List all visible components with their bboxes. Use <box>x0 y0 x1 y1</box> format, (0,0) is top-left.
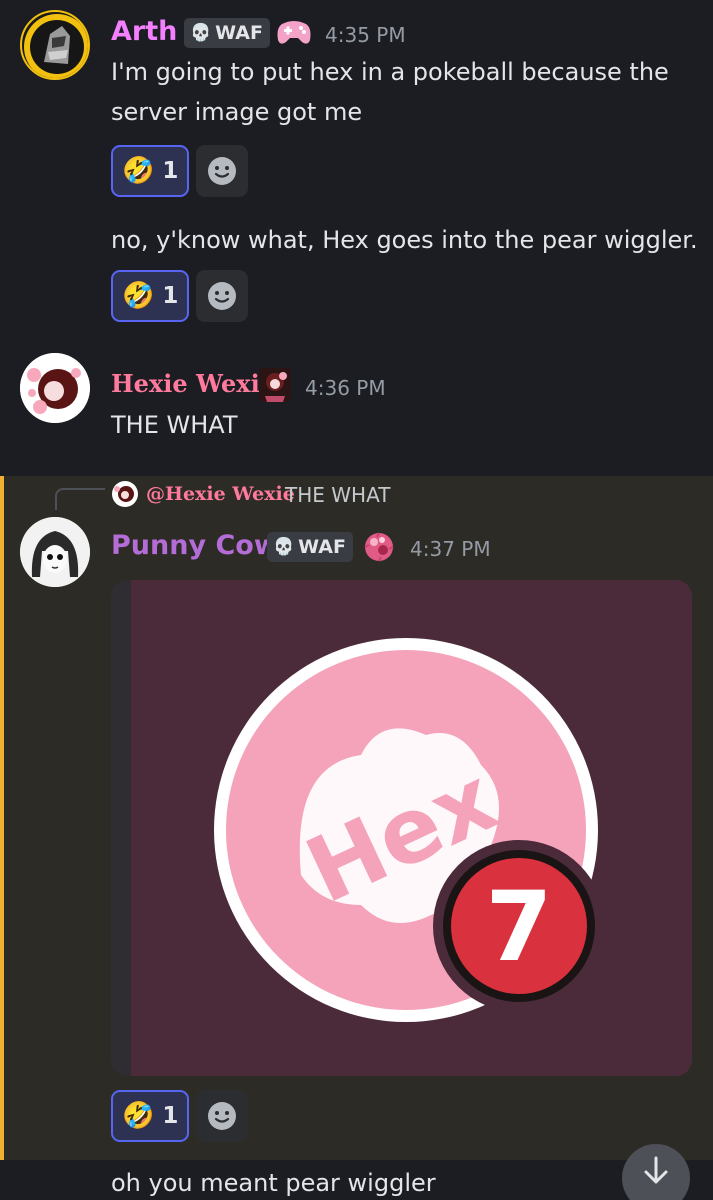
smiley-icon <box>208 1102 236 1130</box>
timestamp: 4:35 PM <box>325 23 406 47</box>
server-tag[interactable]: 💀 WAF <box>184 18 270 48</box>
avatar[interactable] <box>20 353 90 423</box>
message-text: oh you meant pear wiggler <box>111 1169 436 1197</box>
knight-avatar-icon <box>24 14 88 78</box>
image-attachment[interactable]: Hex 7 <box>111 580 692 1076</box>
timestamp: 4:36 PM <box>305 376 386 400</box>
author-name[interactable]: Hexie Wexie <box>111 369 275 398</box>
smiley-icon <box>208 282 236 310</box>
anime-girl-avatar-icon <box>20 353 90 423</box>
avatar[interactable] <box>20 517 90 587</box>
smiley-icon <box>208 157 236 185</box>
rofl-emoji-icon: 🤣 <box>122 156 155 186</box>
reply-author[interactable]: @Hexie Wexie <box>146 483 295 505</box>
manga-girl-avatar-icon <box>20 517 90 587</box>
message-text-line-1: I'm going to put hex in a pokeball becau… <box>111 58 669 86</box>
author-name[interactable]: Punny Cow <box>111 530 279 561</box>
message-text: THE WHAT <box>111 411 238 439</box>
followup-message-text: no, y'know what, Hex goes into the pear … <box>111 226 698 254</box>
author-name[interactable]: Arth <box>111 16 177 47</box>
add-reaction-button[interactable] <box>196 270 248 322</box>
add-reaction-button[interactable] <box>196 145 248 197</box>
rofl-emoji-icon: 🤣 <box>122 281 155 311</box>
reply-avatar-icon <box>112 481 138 507</box>
gamepad-icon <box>277 21 311 44</box>
skull-icon: 💀 <box>190 23 212 43</box>
reply-preview-text[interactable]: THE WHAT <box>285 483 390 507</box>
timestamp: 4:37 PM <box>410 537 491 561</box>
svg-text:7: 7 <box>486 871 553 983</box>
arrow-down-icon <box>644 1156 668 1184</box>
mention-highlight-bar <box>0 476 4 1160</box>
rofl-emoji-icon: 🤣 <box>122 1101 155 1131</box>
gem-badge-icon <box>364 532 394 562</box>
notification-badge-icon: 7 <box>433 840 605 1012</box>
add-reaction-button[interactable] <box>196 1090 248 1142</box>
skull-icon: 💀 <box>273 537 295 557</box>
avatar[interactable] <box>20 10 90 80</box>
profile-badge-icon <box>259 368 291 402</box>
attachment-left-strip <box>111 580 131 1076</box>
reaction-button[interactable]: 🤣 1 <box>111 270 189 322</box>
reaction-button[interactable]: 🤣 1 <box>111 145 189 197</box>
reaction-button[interactable]: 🤣 1 <box>111 1090 189 1142</box>
message-text-line-2: server image got me <box>111 98 363 126</box>
server-tag[interactable]: 💀 WAF <box>267 532 353 562</box>
reply-connector <box>55 488 105 510</box>
